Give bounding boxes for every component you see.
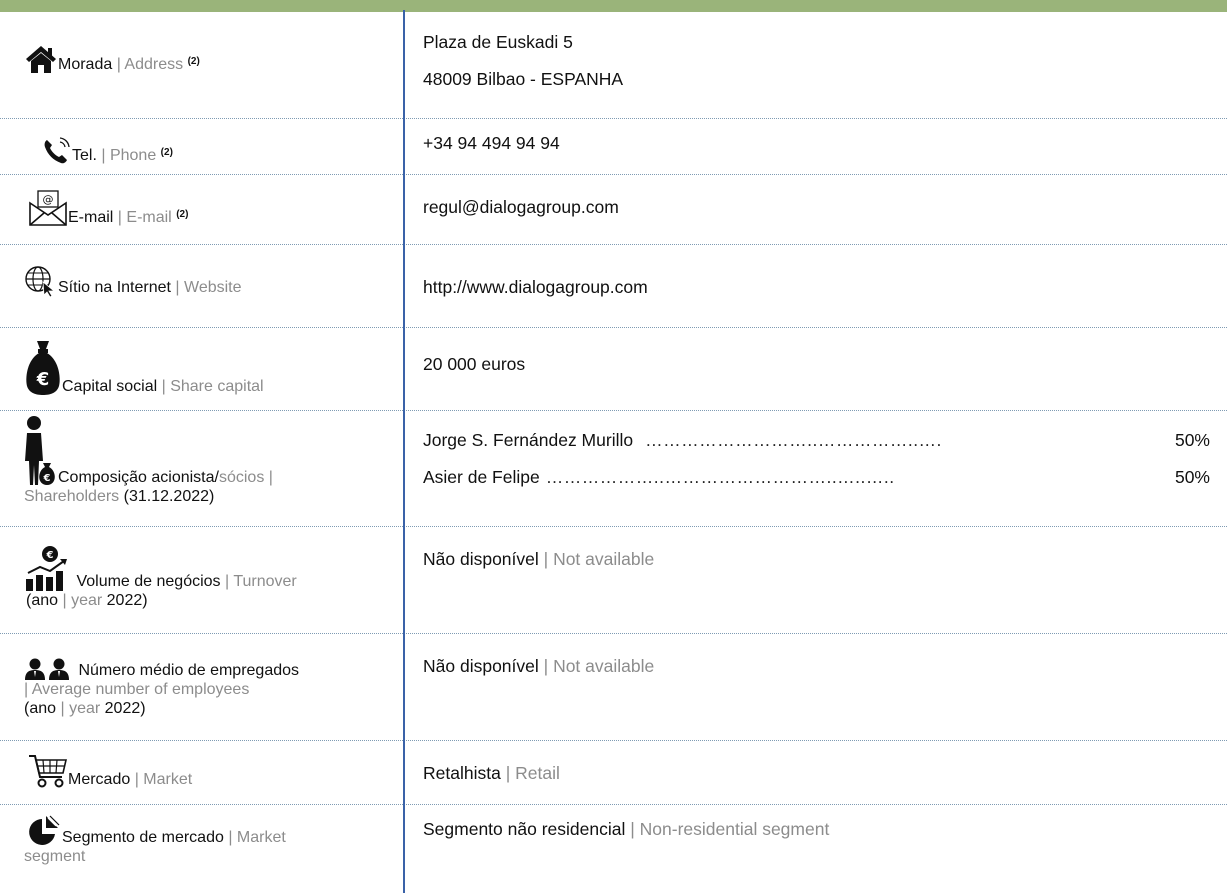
label-en: Turnover (233, 573, 297, 590)
dot-leader: ………………………..……………..…. (645, 430, 942, 450)
svg-text:€: € (43, 473, 51, 484)
label-pt: Segmento de mercado (62, 829, 224, 846)
label-pt: E-mail (68, 209, 114, 226)
label-en: Website (184, 279, 242, 296)
footnote-marker: (2) (187, 56, 200, 67)
value-address: Plaza de Euskadi 5 48009 Bilbao - ESPANH… (423, 32, 1213, 89)
email-address: regul@dialogagroup.com (423, 197, 619, 217)
phone-number: +34 94 494 94 94 (423, 133, 560, 153)
label-en: Address (124, 56, 184, 73)
value-market-segment: Segmento não residencial | Non-residenti… (423, 819, 830, 839)
value-turnover: Não disponível | Not available (423, 549, 655, 569)
label-en: Average number of employees (31, 681, 250, 698)
label-en: E-mail (126, 209, 172, 226)
share-capital-amount: 20 000 euros (423, 354, 526, 374)
shareholder-percent: 50% (1174, 430, 1210, 450)
label-market: Mercado | Market (24, 753, 394, 789)
house-icon (24, 44, 58, 74)
table-row-website: Sítio na Internet | Website http://www.d… (0, 245, 1227, 328)
header-bar (0, 0, 1227, 12)
value-en: Not available (553, 656, 655, 676)
value-share-capital: 20 000 euros (423, 354, 1213, 374)
table-row-shareholders: € Composição acionista/sócios | Sharehold… (0, 411, 1227, 527)
svg-text:€: € (46, 550, 54, 561)
value-pt: Não disponível (423, 549, 539, 569)
value-pt: Segmento não residencial (423, 819, 626, 839)
label-pt-secondary: sócios (218, 469, 265, 486)
svg-text:@: @ (43, 193, 54, 206)
label-phone: Tel. | Phone (2) (24, 137, 394, 165)
table-row-share-capital: € Capital social | Share capital 20 000 e… (0, 328, 1227, 411)
shareholder-name: Jorge S. Fernández Murillo (423, 430, 634, 450)
label-en: Phone (109, 147, 157, 164)
address-line-1: Plaza de Euskadi 5 (423, 32, 573, 52)
label-pt: Morada (58, 56, 113, 73)
value-market: Retalhista | Retail (423, 763, 560, 783)
label-date: (31.12.2022) (119, 488, 215, 505)
column-divider (403, 10, 405, 893)
value-en: Retail (515, 763, 560, 783)
shareholder-name: Asier de Felipe (423, 467, 540, 487)
label-pt: Volume de negócios (76, 573, 221, 590)
chart-growth-euro-icon: € (24, 545, 72, 591)
shareholder-entry: Asier de Felipe ………………..………………………..…..….… (423, 467, 1210, 487)
footnote-marker: (2) (176, 209, 189, 220)
label-pt: Composição acionista/ (58, 469, 219, 486)
value-pt: Retalhista (423, 763, 501, 783)
label-en: Market (143, 771, 193, 788)
money-bag-euro-icon: € (24, 338, 62, 396)
label-address: Morada | Address (2) (24, 44, 394, 74)
table-row-employees: Número médio de empregados | Average num… (0, 634, 1227, 741)
table-row-address: Morada | Address (2) Plaza de Euskadi 5 … (0, 12, 1227, 119)
label-pt: Tel. (72, 147, 97, 164)
label-en: Share capital (170, 378, 264, 395)
person-money-bag-icon: € (24, 415, 58, 487)
website-url[interactable]: http://www.dialogagroup.com (423, 277, 1213, 297)
label-share-capital: € Capital social | Share capital (24, 338, 394, 396)
value-website: http://www.dialogagroup.com (423, 277, 1213, 297)
globe-cursor-icon (24, 265, 58, 297)
label-turnover: € Volume de negócios | Turnover (ano | y… (24, 545, 394, 610)
shareholder-percent: 50% (1174, 467, 1210, 487)
footnote-marker: (2) (160, 147, 173, 158)
label-website: Sítio na Internet | Website (24, 265, 394, 297)
two-people-icon (24, 658, 74, 680)
label-employees: Número médio de empregados | Average num… (24, 658, 394, 718)
value-en: Not available (553, 549, 655, 569)
pie-segment-icon (28, 815, 62, 847)
value-shareholders: Jorge S. Fernández Murillo ………………………..……… (423, 430, 1213, 487)
table-row-market-segment: Segmento de mercado | Market segment Seg… (0, 805, 1227, 893)
address-line-2: 48009 Bilbao - ESPANHA (423, 69, 624, 89)
label-pt: Sítio na Internet (58, 279, 171, 296)
value-email: regul@dialogagroup.com (423, 197, 1213, 217)
table-row-phone: Tel. | Phone (2) +34 94 494 94 94 (0, 119, 1227, 175)
svg-text:€: € (36, 369, 50, 390)
table-row-turnover: € Volume de negócios | Turnover (ano | y… (0, 527, 1227, 634)
table-row-email: @ E-mail | E-mail (2) regul@dialogagroup.… (0, 175, 1227, 245)
value-pt: Não disponível (423, 656, 539, 676)
label-pt: Capital social (62, 378, 158, 395)
envelope-icon: @ (28, 189, 68, 227)
label-shareholders: € Composição acionista/sócios | Sharehold… (24, 415, 394, 506)
value-employees: Não disponível | Not available (423, 656, 655, 676)
value-phone: +34 94 494 94 94 (423, 133, 1213, 153)
dot-leader: ………………..………………………..…..….. (545, 467, 895, 487)
phone-icon (42, 137, 72, 165)
shopping-cart-icon (28, 753, 68, 789)
label-pt: Número médio de empregados (78, 662, 300, 679)
label-pt: Mercado (68, 771, 131, 788)
label-market-segment: Segmento de mercado | Market segment (24, 815, 394, 866)
shareholder-entry: Jorge S. Fernández Murillo ………………………..……… (423, 430, 1210, 450)
value-en: Non-residential segment (639, 819, 830, 839)
label-email: @ E-mail | E-mail (2) (24, 189, 394, 227)
table-row-market: Mercado | Market Retalhista | Retail (0, 741, 1227, 805)
label-en: Shareholders (24, 488, 120, 505)
